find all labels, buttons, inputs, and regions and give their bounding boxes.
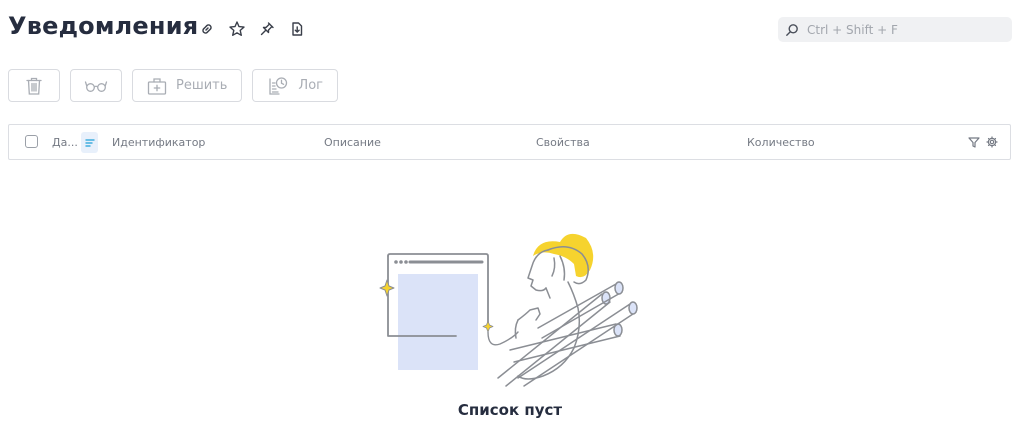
hair (533, 233, 594, 278)
link-icon[interactable] (196, 18, 218, 40)
settings-gear-icon[interactable] (986, 136, 998, 148)
toolbar: Решить Лог (8, 69, 338, 102)
resolve-button[interactable]: Решить (132, 69, 243, 102)
sparkle-left (379, 279, 395, 297)
empty-state-illustration (379, 233, 638, 387)
log-clock-icon (269, 76, 288, 95)
view-button[interactable] (70, 69, 122, 102)
log-button[interactable]: Лог (252, 69, 338, 102)
export-icon[interactable] (286, 18, 308, 40)
column-identifier[interactable]: Идентификатор (112, 136, 205, 149)
search-input[interactable] (807, 22, 1007, 37)
select-all-checkbox[interactable] (25, 135, 38, 148)
delete-button[interactable] (8, 69, 60, 102)
header-tools (968, 136, 998, 148)
glasses-icon (84, 80, 108, 92)
log-label: Лог (298, 78, 323, 93)
sparkle-right (482, 320, 494, 333)
column-properties[interactable]: Свойства (536, 136, 590, 149)
scroll-tubes (497, 281, 638, 387)
search-box[interactable] (778, 17, 1012, 42)
title-actions (196, 18, 308, 40)
pin-icon[interactable] (256, 18, 278, 40)
search-icon (786, 23, 798, 36)
cord-line (487, 331, 519, 346)
briefcase-plus-icon (147, 77, 167, 95)
page-title: Уведомления (8, 12, 199, 40)
table-header: Да... Идентификатор Описание Свойства Ко… (8, 124, 1011, 160)
trash-icon (26, 77, 42, 95)
illustration-panel (398, 274, 478, 370)
resolve-label: Решить (176, 78, 228, 93)
column-date[interactable]: Да... (52, 136, 78, 149)
empty-list-message: Список пуст (457, 401, 563, 419)
browser-window-dots (394, 260, 408, 264)
column-description[interactable]: Описание (324, 136, 381, 149)
filter-icon[interactable] (968, 136, 980, 148)
sort-icon (84, 138, 95, 147)
column-quantity[interactable]: Количество (747, 136, 815, 149)
star-icon[interactable] (226, 18, 248, 40)
sort-button[interactable] (81, 132, 98, 153)
